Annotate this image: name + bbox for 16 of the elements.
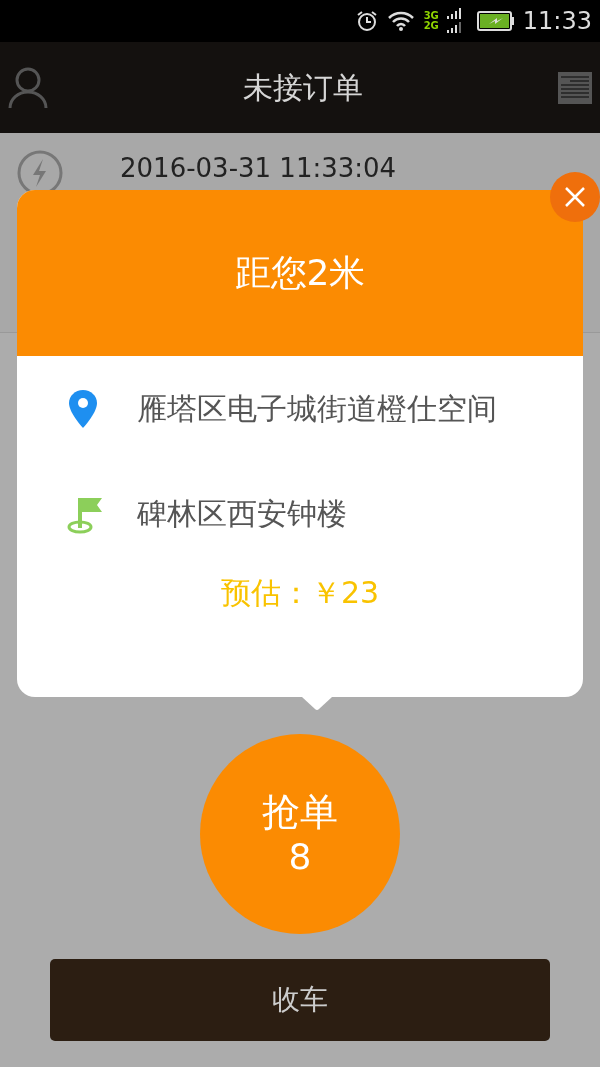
distance-title: 距您2米 bbox=[234, 251, 366, 295]
battery-icon bbox=[476, 11, 515, 31]
stop-service-button[interactable]: 收车 bbox=[50, 959, 550, 1041]
page-title: 未接订单 bbox=[243, 69, 363, 107]
fare-estimate: 预估：￥23 bbox=[220, 575, 380, 610]
network-type: 2G bbox=[423, 21, 439, 31]
alarm-icon bbox=[355, 10, 378, 32]
origin-address: 雁塔区电子城街道橙仕空间 bbox=[137, 390, 497, 428]
status-time: 11:33 bbox=[522, 9, 592, 33]
network-type: 3G bbox=[423, 11, 439, 21]
list-icon[interactable] bbox=[558, 71, 592, 104]
location-pin-icon bbox=[67, 388, 99, 429]
signal-icon bbox=[446, 8, 461, 34]
order-time: 2016-03-31 11:33:04 bbox=[119, 152, 397, 185]
profile-icon[interactable] bbox=[8, 65, 48, 110]
destination-address: 碑林区西安钟楼 bbox=[137, 495, 347, 533]
